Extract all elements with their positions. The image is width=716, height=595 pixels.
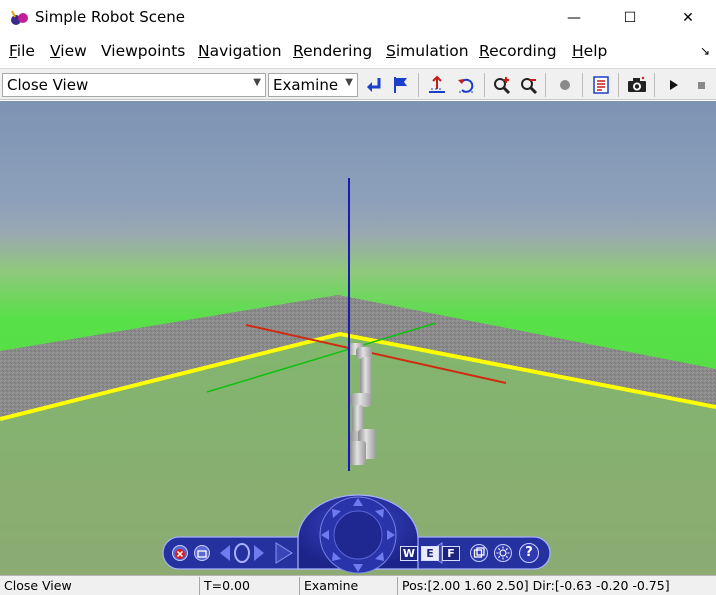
navigation-mode-select[interactable]: Examine ▼ — [268, 73, 358, 97]
menu-simulation[interactable]: Simulation — [386, 42, 469, 60]
restore-view-icon[interactable] — [470, 544, 488, 562]
zoom-in-icon[interactable] — [489, 72, 515, 98]
status-bar: Close View T=0.00 Examine Pos:[2.00 1.60… — [0, 575, 716, 595]
title-bar: Simple Robot Scene — ☐ ✕ — [0, 0, 716, 36]
headlight-icon[interactable] — [494, 544, 512, 562]
menu-help[interactable]: Help — [572, 42, 607, 60]
chevron-down-icon: ▼ — [253, 77, 261, 88]
minimize-widget-icon[interactable] — [194, 545, 210, 561]
app-logo-icon — [11, 10, 28, 25]
straighten-up-icon[interactable] — [424, 72, 450, 98]
chevron-down-icon: ▼ — [345, 77, 353, 88]
close-widget-icon[interactable] — [172, 545, 188, 561]
menu-recording[interactable]: Recording — [479, 42, 557, 60]
status-pose: Pos:[2.00 1.60 2.50] Dir:[-0.63 -0.20 -0… — [402, 578, 670, 593]
menu-overflow-icon[interactable]: ↘ — [700, 44, 710, 58]
tilt-icon[interactable] — [274, 539, 294, 567]
viewpoint-select[interactable]: Close View ▼ — [2, 73, 266, 97]
close-button[interactable]: ✕ — [660, 0, 716, 36]
flag-icon[interactable] — [388, 72, 414, 98]
menu-bar: File View Viewpoints Navigation Renderin… — [0, 38, 716, 66]
minimize-button[interactable]: — — [546, 0, 602, 36]
pan-left-right-icon[interactable] — [218, 542, 266, 564]
menu-file[interactable]: File — [9, 42, 35, 60]
toolbar: Close View ▼ Examine ▼ — [0, 68, 716, 100]
undo-move-icon[interactable] — [453, 72, 479, 98]
play-icon[interactable] — [660, 72, 686, 98]
properties-icon[interactable] — [588, 72, 614, 98]
menu-rendering[interactable]: Rendering — [293, 42, 372, 60]
navigation-widget: W E F ? — [162, 493, 552, 575]
walk-mode-button[interactable]: W — [400, 546, 418, 561]
status-mode: Examine — [300, 577, 398, 595]
status-time: T=0.00 — [200, 577, 300, 595]
examine-mode-button[interactable]: E — [421, 546, 439, 561]
stop-icon[interactable] — [688, 72, 714, 98]
return-icon[interactable] — [361, 72, 387, 98]
camera-icon[interactable] — [624, 72, 650, 98]
fly-mode-button[interactable]: F — [442, 546, 460, 561]
window-title: Simple Robot Scene — [35, 8, 185, 26]
menu-view[interactable]: View — [50, 42, 87, 60]
record-dot-icon[interactable] — [552, 72, 578, 98]
zoom-out-icon[interactable] — [516, 72, 542, 98]
status-viewpoint: Close View — [0, 577, 200, 595]
menu-navigation[interactable]: Navigation — [198, 42, 282, 60]
menu-viewpoints[interactable]: Viewpoints — [101, 42, 185, 60]
maximize-button[interactable]: ☐ — [602, 0, 658, 36]
help-icon[interactable]: ? — [519, 543, 539, 563]
